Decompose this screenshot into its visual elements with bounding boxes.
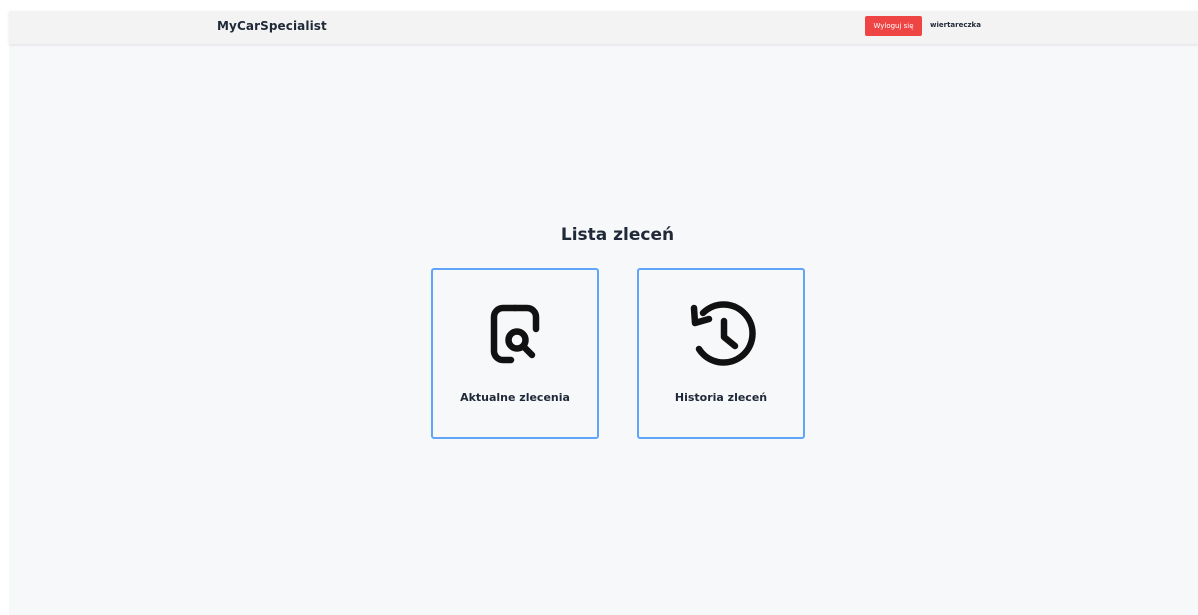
order-history-card[interactable]: Historia zleceń [637,268,805,439]
top-navbar: MyCarSpecialist Wyloguj się wiertareczka [9,11,1198,44]
current-orders-card[interactable]: Aktualne zlecenia [431,268,599,439]
brand-logo[interactable]: MyCarSpecialist [217,19,327,33]
history-clock-icon [690,301,756,366]
order-history-label: Historia zleceń [674,391,768,404]
main-content: Lista zleceń Aktualne zlecenia Historia … [9,44,1198,615]
page-title: Lista zleceń [560,225,675,245]
app-root: MyCarSpecialist Wyloguj się wiertareczka… [9,11,1198,615]
search-document-icon [490,304,540,364]
username-label: wiertareczka [930,21,981,29]
logout-button[interactable]: Wyloguj się [865,16,922,36]
current-orders-label: Aktualne zlecenia [460,391,570,404]
